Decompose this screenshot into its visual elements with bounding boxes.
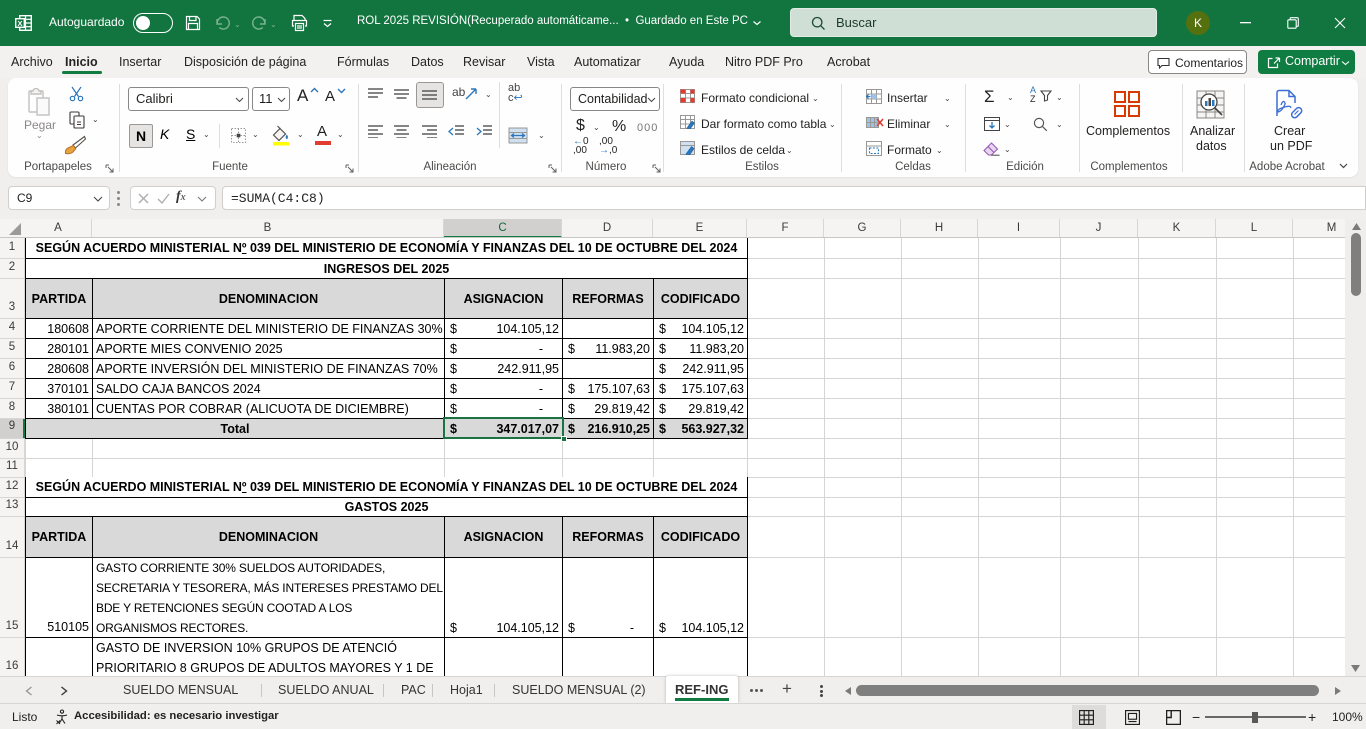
svg-text:X: X xyxy=(17,19,22,28)
